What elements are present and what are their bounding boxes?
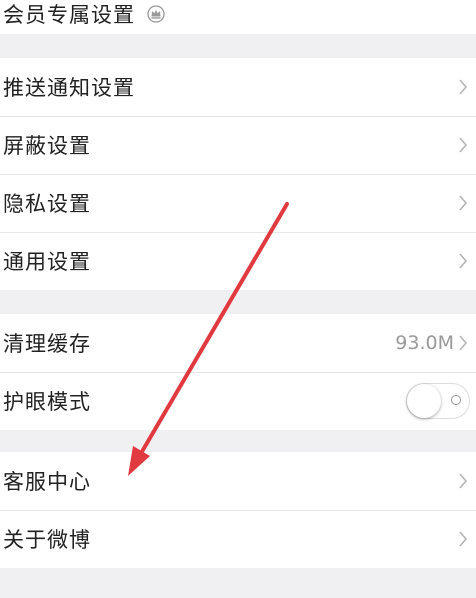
- settings-item-privacy[interactable]: 隐私设置: [0, 174, 476, 232]
- eye-mode-toggle[interactable]: [406, 383, 470, 419]
- settings-item-label: 护眼模式: [3, 390, 91, 414]
- settings-item-block[interactable]: 屏蔽设置: [0, 116, 476, 174]
- settings-item-vip[interactable]: 会员专属设置: [0, 0, 476, 34]
- settings-item-about[interactable]: 关于微博: [0, 510, 476, 568]
- row-right: [406, 372, 470, 430]
- settings-item-label: 客服中心: [3, 470, 91, 494]
- settings-item-cache[interactable]: 清理缓存 93.0M: [0, 314, 476, 372]
- settings-item-push[interactable]: 推送通知设置: [0, 58, 476, 116]
- chevron-right-icon: [458, 473, 468, 489]
- chevron-right-icon: [458, 195, 468, 211]
- settings-item-label: 会员专属设置: [3, 3, 135, 27]
- chevron-right-icon: [458, 253, 468, 269]
- section-gap: [0, 568, 476, 598]
- row-right: [458, 232, 468, 290]
- settings-item-general[interactable]: 通用设置: [0, 232, 476, 290]
- settings-item-service[interactable]: 客服中心: [0, 452, 476, 510]
- settings-item-label: 通用设置: [3, 250, 91, 274]
- chevron-right-icon: [458, 79, 468, 95]
- chevron-right-icon: [458, 137, 468, 153]
- row-right: [458, 452, 468, 510]
- section-gap: [0, 34, 476, 58]
- section-gap: [0, 290, 476, 314]
- settings-item-label: 屏蔽设置: [3, 134, 91, 158]
- row-right: [458, 58, 468, 116]
- section-gap: [0, 430, 476, 452]
- chevron-right-icon: [458, 531, 468, 547]
- settings-item-label: 关于微博: [3, 528, 91, 552]
- chevron-right-icon: [458, 335, 468, 351]
- crown-icon: [147, 5, 165, 23]
- row-right: [458, 174, 468, 232]
- toggle-knob: [407, 384, 441, 418]
- settings-item-eye-mode: 护眼模式: [0, 372, 476, 430]
- settings-item-label: 清理缓存: [3, 332, 91, 356]
- row-right: [458, 116, 468, 174]
- row-right: 93.0M: [395, 314, 468, 372]
- row-right: [458, 510, 468, 568]
- cache-size: 93.0M: [395, 332, 454, 354]
- settings-item-label: 推送通知设置: [3, 76, 135, 100]
- settings-item-label: 隐私设置: [3, 192, 91, 216]
- toggle-off-icon: [451, 395, 461, 405]
